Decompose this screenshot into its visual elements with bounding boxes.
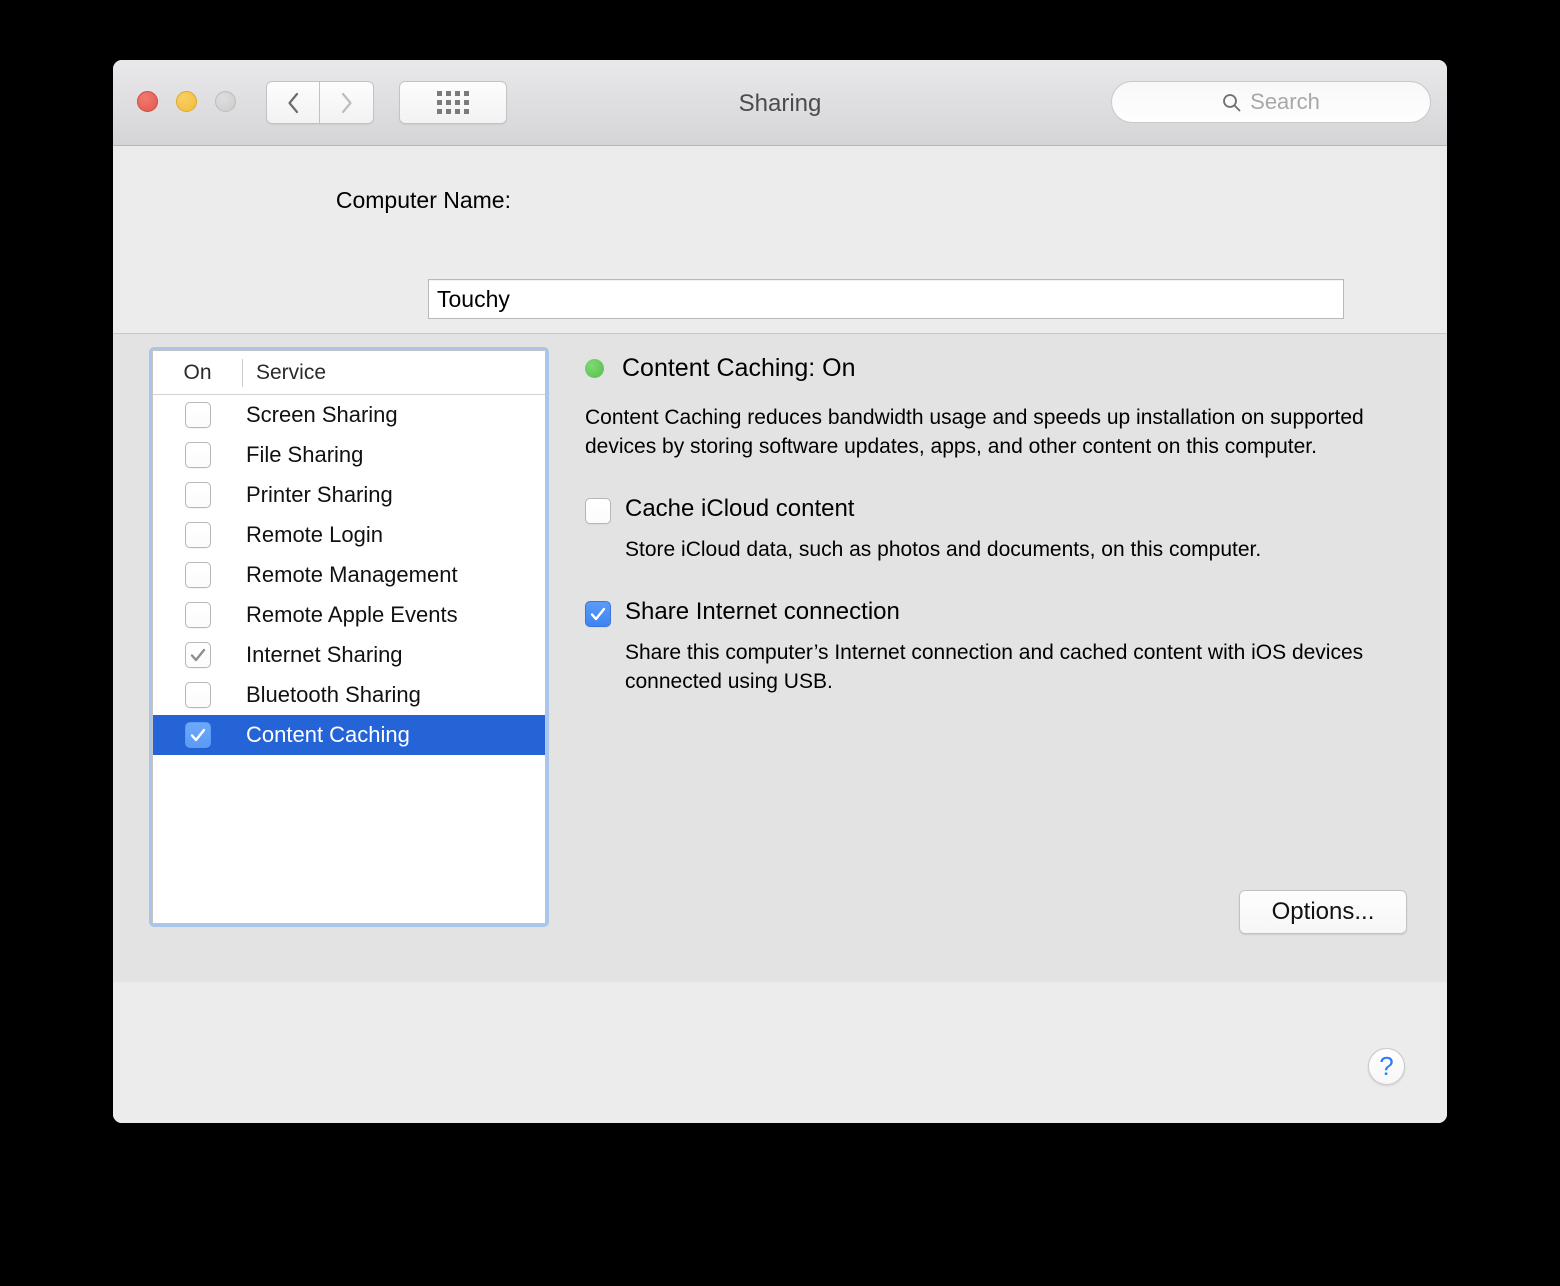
service-checkbox[interactable]	[184, 442, 211, 468]
service-list-focus-ring: On Service Screen Sharing File Sharing Pri…	[149, 347, 549, 927]
service-name-label: Remote Login	[246, 522, 383, 547]
table-row[interactable]: Remote Management	[153, 555, 545, 595]
column-header-service: Service	[256, 360, 327, 384]
computer-name-section: Computer Name: Touchy Computers on your …	[113, 146, 1447, 388]
service-list-header: On Service	[153, 351, 545, 395]
option-description: Store iCloud data, such as photos and do…	[625, 538, 1262, 561]
service-checkbox[interactable]	[184, 482, 211, 508]
table-row[interactable]: Content Caching	[153, 715, 545, 755]
service-enable-cell	[153, 402, 242, 428]
service-checkbox[interactable]	[184, 562, 211, 588]
service-checkbox[interactable]	[184, 522, 211, 548]
service-checkbox[interactable]	[184, 682, 211, 708]
service-list[interactable]: On Service Screen Sharing File Sharing Pri…	[152, 350, 546, 924]
option-checkbox[interactable]	[585, 601, 611, 627]
computer-name-label: Computer Name:	[335, 187, 511, 213]
service-enable-cell	[153, 482, 242, 508]
service-name-label: File Sharing	[246, 442, 364, 467]
search-field[interactable]: Search	[1111, 81, 1431, 123]
service-status-row: Content Caching: On	[585, 354, 1407, 383]
service-description: Content Caching reduces bandwidth usage …	[585, 406, 1364, 458]
service-enable-cell	[153, 522, 242, 548]
window-titlebar: Sharing Search	[113, 60, 1447, 146]
option-row: Share Internet connection	[585, 598, 1407, 627]
service-enable-cell	[153, 722, 242, 748]
service-checkbox[interactable]	[184, 602, 211, 628]
option-label: Cache iCloud content	[625, 495, 855, 522]
table-row[interactable]: File Sharing	[153, 435, 545, 475]
service-options: Cache iCloud content Store iCloud data, s…	[585, 495, 1407, 696]
status-dot-green-icon	[585, 359, 604, 378]
service-name-label: Bluetooth Sharing	[246, 682, 421, 707]
option-row: Cache iCloud content	[585, 495, 1407, 524]
option-block: Cache iCloud content Store iCloud data, s…	[585, 495, 1407, 564]
service-enable-cell	[153, 562, 242, 588]
option-block: Share Internet connection Share this comp…	[585, 598, 1407, 696]
service-name-label: Remote Apple Events	[246, 602, 458, 627]
search-placeholder: Search	[1250, 89, 1320, 114]
window-footer: ?	[113, 982, 1447, 1123]
service-enable-cell	[153, 442, 242, 468]
sharing-preferences-window: Sharing Search Computer Name: Touchy Com…	[113, 60, 1447, 1123]
computer-name-value: Touchy	[437, 285, 510, 312]
service-enable-cell	[153, 682, 242, 708]
service-name-label: Screen Sharing	[246, 402, 398, 427]
options-button[interactable]: Options...	[1239, 890, 1407, 934]
service-enable-cell	[153, 642, 242, 668]
table-row[interactable]: Printer Sharing	[153, 475, 545, 515]
service-name-label: Content Caching	[246, 722, 410, 747]
service-checkbox[interactable]	[184, 402, 211, 428]
service-enable-cell	[153, 602, 242, 628]
help-button[interactable]: ?	[1368, 1048, 1405, 1085]
service-name-label: Remote Management	[246, 562, 458, 587]
service-checkbox[interactable]	[184, 722, 211, 748]
service-checkbox[interactable]	[184, 642, 211, 668]
table-row[interactable]: Remote Apple Events	[153, 595, 545, 635]
service-list-body: Screen Sharing File Sharing Printer Sharin…	[153, 395, 545, 755]
option-checkbox[interactable]	[585, 498, 611, 524]
column-header-on: On	[183, 360, 212, 384]
table-row[interactable]: Bluetooth Sharing	[153, 675, 545, 715]
service-name-label: Printer Sharing	[246, 482, 393, 507]
option-description: Share this computer’s Internet connectio…	[625, 641, 1364, 693]
table-row[interactable]: Screen Sharing	[153, 395, 545, 435]
service-name-label: Internet Sharing	[246, 642, 403, 667]
service-status-title: Content Caching: On	[622, 354, 856, 382]
table-row[interactable]: Remote Login	[153, 515, 545, 555]
table-row[interactable]: Internet Sharing	[153, 635, 545, 675]
option-label: Share Internet connection	[625, 598, 900, 625]
search-icon	[1223, 93, 1241, 111]
